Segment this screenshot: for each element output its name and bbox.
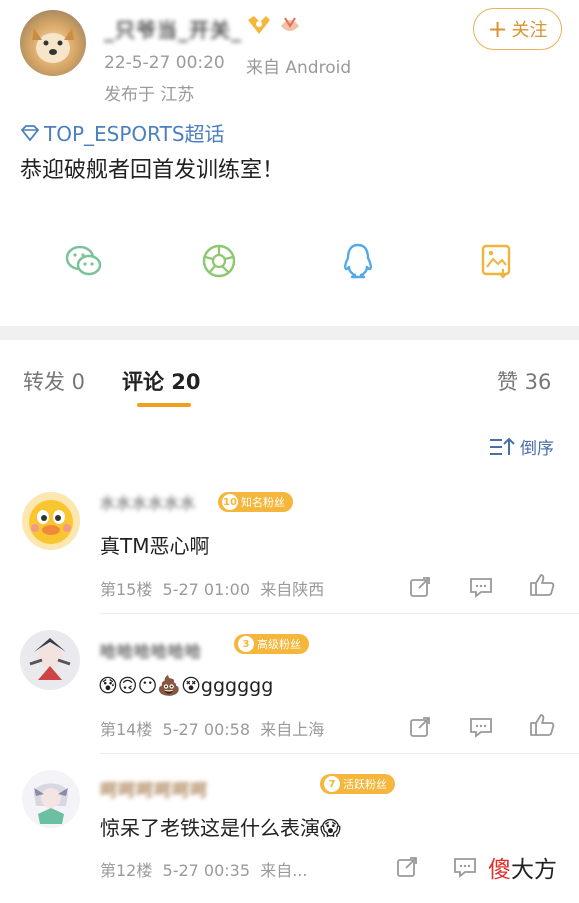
comment-username[interactable]: 呵呵呵呵呵呵 bbox=[100, 776, 208, 801]
comment-divider bbox=[100, 613, 579, 614]
repost-comment-button[interactable] bbox=[392, 852, 422, 882]
comment-icon bbox=[454, 858, 476, 878]
post-source: 来自 Android bbox=[246, 58, 352, 78]
duck-avatar-icon bbox=[29, 500, 73, 544]
post-time: 22-5-27 00:20 bbox=[104, 53, 225, 73]
moments-icon bbox=[202, 244, 236, 278]
anime-avatar-icon bbox=[34, 783, 68, 824]
post-location: 发布于 江苏 bbox=[104, 85, 195, 105]
dog-avatar-icon bbox=[32, 28, 74, 63]
share-qq-button[interactable] bbox=[336, 239, 380, 283]
badge-text: 活跃粉丝 bbox=[343, 778, 387, 791]
section-divider bbox=[0, 326, 579, 340]
share-moments-button[interactable] bbox=[197, 239, 241, 283]
badge-level: 7 bbox=[324, 776, 340, 792]
comment-text: 😰🙃😶💩😵gggggg bbox=[98, 675, 274, 697]
comment-avatar[interactable] bbox=[20, 630, 80, 690]
poster-avatar[interactable] bbox=[20, 10, 86, 76]
comment-meta: 第14楼 5-27 00:58 来自上海 bbox=[100, 720, 325, 739]
comment-icon bbox=[470, 578, 492, 598]
plus-icon: + bbox=[487, 15, 508, 43]
watermark: 傻大方 bbox=[488, 850, 557, 884]
medal-icon bbox=[278, 14, 302, 40]
comment-meta: 第12楼 5-27 00:35 来自... bbox=[100, 861, 308, 880]
sort-icon bbox=[490, 437, 515, 455]
comment-text: 真TM恶心啊 bbox=[100, 534, 210, 558]
like-comment-button[interactable] bbox=[527, 710, 557, 740]
fan-badge: 7 活跃粉丝 bbox=[320, 774, 395, 794]
wechat-icon bbox=[65, 245, 102, 276]
tab-like[interactable]: 赞 36 bbox=[497, 366, 551, 396]
repost-comment-button[interactable] bbox=[405, 712, 435, 742]
save-image-icon bbox=[481, 244, 511, 279]
watermark-rest: 大方 bbox=[511, 857, 557, 883]
comment-avatar[interactable] bbox=[22, 492, 80, 550]
comment-meta: 第15楼 5-27 01:00 来自陕西 bbox=[100, 580, 325, 599]
poster-username[interactable]: _只爷当_开关_ bbox=[104, 14, 242, 43]
thumbs-up-icon bbox=[530, 574, 555, 596]
follow-label: 关注 bbox=[511, 20, 548, 41]
tab-comment[interactable]: 评论 20 bbox=[122, 366, 201, 396]
qq-penguin-icon bbox=[343, 243, 373, 279]
sort-button[interactable]: 倒序 bbox=[488, 434, 554, 459]
comment-icon bbox=[470, 718, 492, 738]
tab-repost[interactable]: 转发 0 bbox=[23, 366, 85, 396]
topic-label: TOP_ESPORTS超话 bbox=[44, 122, 225, 146]
repost-comment-button[interactable] bbox=[405, 572, 435, 602]
vip-icon bbox=[246, 14, 272, 40]
reply-comment-button[interactable] bbox=[450, 852, 480, 882]
watermark-first-char: 傻 bbox=[488, 857, 511, 883]
comment-text: 惊呆了老铁这是什么表演😱 bbox=[100, 816, 341, 840]
tab-active-indicator bbox=[137, 403, 191, 407]
reply-comment-button[interactable] bbox=[466, 712, 496, 742]
share-icon bbox=[410, 577, 430, 597]
comment-username[interactable]: 哈哈哈哈哈哈 bbox=[100, 638, 202, 662]
badge-text: 知名粉丝 bbox=[241, 496, 285, 509]
comment-avatar[interactable] bbox=[22, 770, 80, 828]
topic-link[interactable]: TOP_ESPORTS超话 bbox=[20, 118, 225, 147]
fan-badge: 3 高级粉丝 bbox=[234, 634, 309, 654]
share-icon bbox=[397, 857, 417, 877]
like-comment-button[interactable] bbox=[527, 570, 557, 600]
share-icon bbox=[410, 717, 430, 737]
post-text: 恭迎破舰者回首发训练室！ bbox=[20, 158, 285, 183]
save-image-button[interactable] bbox=[474, 239, 518, 283]
thumbs-up-icon bbox=[530, 714, 555, 736]
badge-text: 高级粉丝 bbox=[257, 638, 301, 651]
diamond-icon bbox=[20, 124, 40, 141]
character-avatar-icon bbox=[29, 638, 71, 680]
badge-level: 3 bbox=[238, 636, 254, 652]
fan-badge: 10 知名粉丝 bbox=[218, 492, 293, 512]
sort-label: 倒序 bbox=[520, 439, 554, 459]
comment-divider bbox=[100, 753, 579, 754]
badge-level: 10 bbox=[222, 494, 238, 510]
comment-username[interactable]: 水水水水水水 bbox=[100, 492, 196, 513]
share-wechat-button[interactable] bbox=[62, 239, 106, 283]
reply-comment-button[interactable] bbox=[466, 572, 496, 602]
follow-button[interactable]: + 关注 bbox=[473, 8, 562, 50]
